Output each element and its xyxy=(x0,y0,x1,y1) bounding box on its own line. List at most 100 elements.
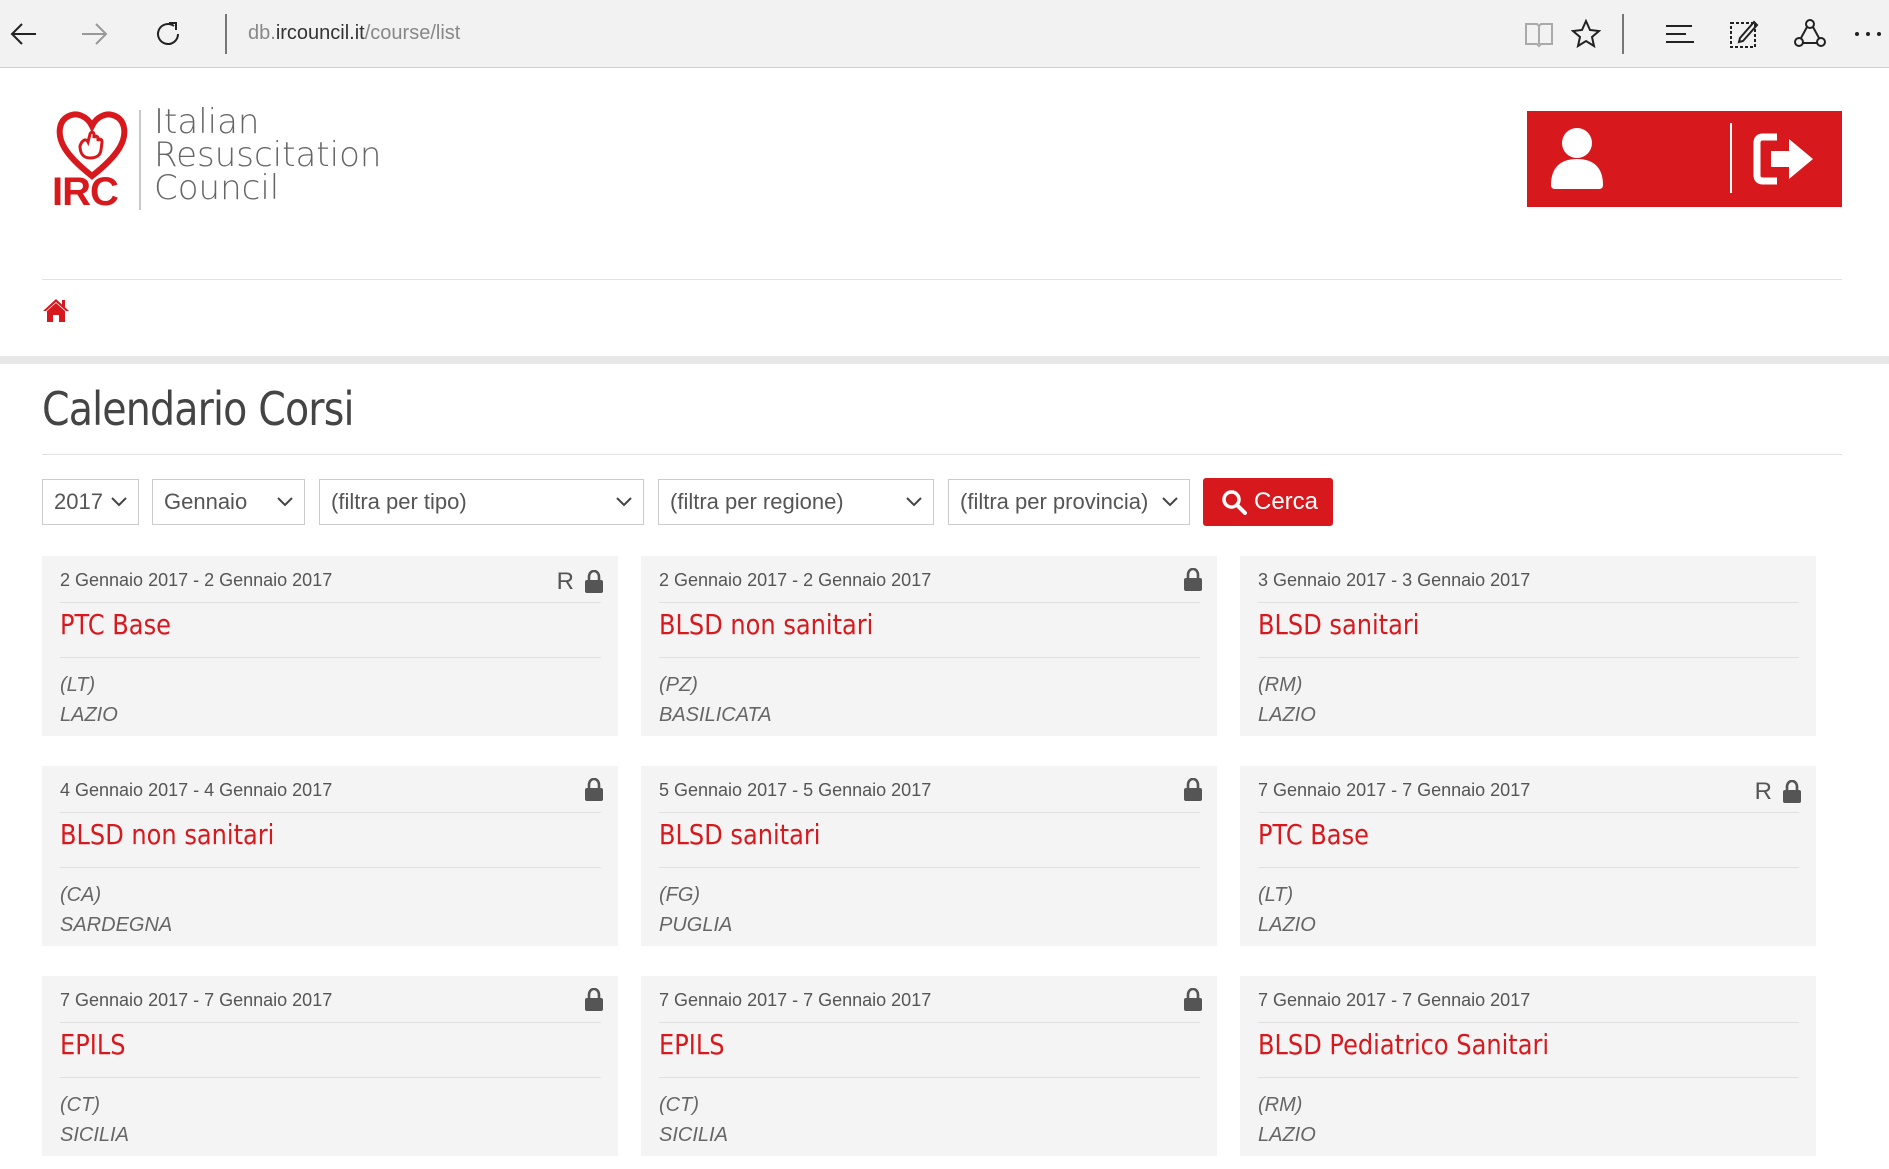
course-title[interactable]: BLSD sanitari xyxy=(1258,608,1419,641)
course-region: LAZIO xyxy=(1258,1124,1316,1146)
logo-line-3: Council xyxy=(154,168,280,208)
course-region: LAZIO xyxy=(1258,914,1316,936)
course-card[interactable]: 7 Gennaio 2017 - 7 Gennaio 2017 R PTC Ba… xyxy=(1240,766,1816,946)
course-card[interactable]: 2 Gennaio 2017 - 2 Gennaio 2017 R PTC Ba… xyxy=(42,556,618,736)
header-divider xyxy=(42,279,1842,280)
course-title[interactable]: EPILS xyxy=(659,1028,725,1061)
lock-icon xyxy=(1184,988,1202,1011)
reading-view-icon[interactable] xyxy=(1521,16,1557,52)
favorite-star-icon[interactable] xyxy=(1568,16,1604,52)
course-province: (RM) xyxy=(1258,674,1303,696)
lock-icon xyxy=(585,570,603,593)
course-dates: 2 Gennaio 2017 - 2 Gennaio 2017 xyxy=(659,570,932,590)
hub-icon[interactable] xyxy=(1662,16,1698,52)
course-card[interactable]: 3 Gennaio 2017 - 3 Gennaio 2017 BLSD san… xyxy=(1240,556,1816,736)
course-title[interactable]: BLSD Pediatrico Sanitari xyxy=(1258,1028,1549,1061)
card-divider xyxy=(1258,1077,1799,1078)
card-divider xyxy=(60,1022,601,1023)
course-title[interactable]: BLSD sanitari xyxy=(659,818,820,851)
course-province: (CA) xyxy=(60,884,102,906)
course-dates: 7 Gennaio 2017 - 7 Gennaio 2017 xyxy=(1258,990,1531,1010)
course-province: (LT) xyxy=(60,674,96,696)
course-region: SARDEGNA xyxy=(60,914,173,936)
logo-text: Italian Resuscitation Council xyxy=(154,105,381,208)
course-province: (CT) xyxy=(659,1094,699,1116)
course-title[interactable]: BLSD non sanitari xyxy=(659,608,873,641)
chevron-down-icon xyxy=(1162,497,1178,507)
course-title[interactable]: PTC Base xyxy=(1258,818,1369,851)
course-region: PUGLIA xyxy=(659,914,733,936)
course-dates: 7 Gennaio 2017 - 7 Gennaio 2017 xyxy=(659,990,932,1010)
course-dates: 7 Gennaio 2017 - 7 Gennaio 2017 xyxy=(60,990,333,1010)
month-select[interactable]: Gennaio xyxy=(152,479,305,525)
card-divider xyxy=(1258,602,1799,603)
month-select-value: Gennaio xyxy=(164,489,248,514)
web-note-icon[interactable] xyxy=(1726,16,1762,52)
course-card[interactable]: 7 Gennaio 2017 - 7 Gennaio 2017 BLSD Ped… xyxy=(1240,976,1816,1156)
lock-icon xyxy=(1184,568,1202,591)
card-divider xyxy=(659,812,1200,813)
province-select[interactable]: (filtra per provincia) xyxy=(948,479,1190,525)
address-bar[interactable]: db.ircouncil.it/course/list xyxy=(248,22,460,45)
course-status-icons xyxy=(584,778,604,802)
search-button-label: Cerca xyxy=(1254,488,1319,515)
section-band xyxy=(0,356,1889,364)
forward-icon[interactable] xyxy=(74,14,114,54)
chevron-down-icon xyxy=(277,497,293,507)
year-select-value: 2017 xyxy=(54,489,103,514)
course-region: SICILIA xyxy=(659,1124,728,1146)
course-region: BASILICATA xyxy=(659,704,772,726)
user-panel xyxy=(1527,111,1842,207)
course-dates: 2 Gennaio 2017 - 2 Gennaio 2017 xyxy=(60,570,333,590)
user-icon[interactable] xyxy=(1549,127,1605,189)
toolbar-separator xyxy=(1622,14,1624,54)
card-divider xyxy=(659,867,1200,868)
lock-icon xyxy=(1783,780,1801,803)
refresh-icon[interactable] xyxy=(148,14,188,54)
back-icon[interactable] xyxy=(4,14,44,54)
url-host: ircouncil.it xyxy=(275,22,365,44)
card-divider xyxy=(659,1022,1200,1023)
course-badge: R xyxy=(556,568,574,595)
course-title[interactable]: BLSD non sanitari xyxy=(60,818,274,851)
province-select-value: (filtra per provincia) xyxy=(960,489,1149,514)
course-card[interactable]: 2 Gennaio 2017 - 2 Gennaio 2017 BLSD non… xyxy=(641,556,1217,736)
course-title[interactable]: EPILS xyxy=(60,1028,126,1061)
course-status-icons xyxy=(584,988,604,1012)
course-card[interactable]: 7 Gennaio 2017 - 7 Gennaio 2017 EPILS (C… xyxy=(42,976,618,1156)
lock-icon xyxy=(1184,778,1202,801)
logout-icon[interactable] xyxy=(1753,131,1815,187)
title-divider xyxy=(42,454,1842,455)
course-dates: 3 Gennaio 2017 - 3 Gennaio 2017 xyxy=(1258,570,1531,590)
type-select-value: (filtra per tipo) xyxy=(331,489,467,514)
url-host-prefix: db. xyxy=(248,22,276,44)
url-path: /course/list xyxy=(364,22,461,44)
home-icon[interactable] xyxy=(42,296,70,324)
year-select[interactable]: 2017 xyxy=(42,479,139,525)
share-icon[interactable] xyxy=(1792,16,1828,52)
chevron-down-icon xyxy=(111,497,127,507)
card-divider xyxy=(60,812,601,813)
course-card[interactable]: 4 Gennaio 2017 - 4 Gennaio 2017 BLSD non… xyxy=(42,766,618,946)
region-select-value: (filtra per regione) xyxy=(670,489,844,514)
user-panel-separator xyxy=(1730,123,1732,193)
course-status-icons: R xyxy=(557,568,604,596)
card-divider xyxy=(60,1077,601,1078)
search-button[interactable]: Cerca xyxy=(1203,478,1333,526)
type-select[interactable]: (filtra per tipo) xyxy=(319,479,644,525)
course-province: (CT) xyxy=(60,1094,100,1116)
more-menu-icon[interactable] xyxy=(1852,16,1888,52)
course-badge: R xyxy=(1754,778,1772,805)
course-province: (FG) xyxy=(659,884,701,906)
region-select[interactable]: (filtra per regione) xyxy=(658,479,934,525)
search-icon xyxy=(1222,490,1247,515)
card-divider xyxy=(60,867,601,868)
card-divider xyxy=(1258,657,1799,658)
irc-logo[interactable]: IRC Italian Resuscitation Council xyxy=(50,105,381,216)
course-card[interactable]: 7 Gennaio 2017 - 7 Gennaio 2017 EPILS (C… xyxy=(641,976,1217,1156)
card-divider xyxy=(1258,1022,1799,1023)
course-title[interactable]: PTC Base xyxy=(60,608,171,641)
browser-toolbar: db.ircouncil.it/course/list xyxy=(0,0,1889,68)
course-card[interactable]: 5 Gennaio 2017 - 5 Gennaio 2017 BLSD san… xyxy=(641,766,1217,946)
card-divider xyxy=(60,657,601,658)
